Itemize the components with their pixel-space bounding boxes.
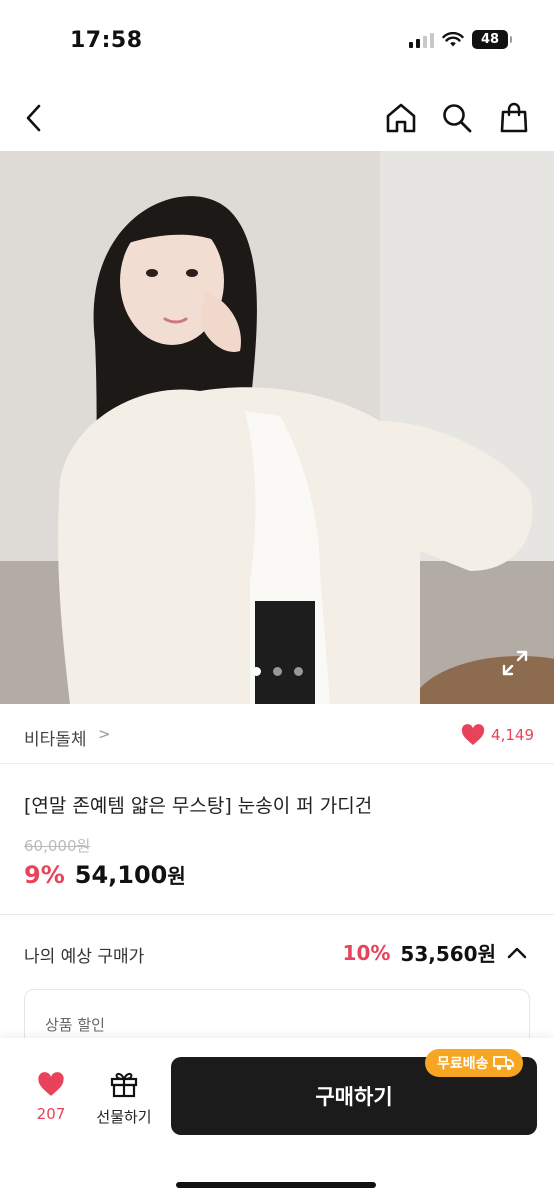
chevron-up-icon[interactable] xyxy=(506,946,528,960)
free-shipping-badge: 무료배송 xyxy=(425,1049,523,1077)
divider xyxy=(0,763,554,764)
status-bar: 17:58 48 xyxy=(0,0,554,80)
gift-button[interactable]: 선물하기 xyxy=(88,1070,160,1130)
brand-name-link[interactable]: 비타돌체 xyxy=(24,725,87,750)
back-arrow-icon xyxy=(26,104,41,132)
product-discount-label: 상품 할인 xyxy=(45,1016,105,1034)
pagination-dot[interactable] xyxy=(251,667,261,676)
shopping-bag-icon xyxy=(500,102,528,133)
price-row: 9% 54,100 원 xyxy=(24,860,186,889)
product-image-gallery[interactable] xyxy=(0,151,554,704)
fullscreen-expand-icon[interactable] xyxy=(500,648,530,678)
gift-icon xyxy=(110,1072,138,1098)
bottom-action-bar: 207 선물하기 구매하기 무료배송 xyxy=(0,1038,554,1200)
brand-like-button[interactable]: 4,149 xyxy=(461,724,534,746)
expected-price: 53,560원 xyxy=(400,942,496,966)
cart-button[interactable] xyxy=(494,98,534,138)
home-icon xyxy=(386,103,416,133)
divider xyxy=(0,914,554,915)
gift-label: 선물하기 xyxy=(96,1108,152,1126)
wifi-icon xyxy=(442,31,464,46)
expected-price-toggle[interactable]: 나의 예상 구매가 10% 53,560원 xyxy=(0,928,554,978)
back-button[interactable] xyxy=(14,98,54,138)
brand-chevron-icon: > xyxy=(98,725,111,743)
expected-price-summary: 10% 53,560원 xyxy=(343,938,528,967)
top-nav xyxy=(0,88,554,148)
price-unit: 원 xyxy=(167,864,186,888)
gallery-pagination xyxy=(0,667,554,676)
heart-icon xyxy=(38,1072,64,1096)
pagination-dot[interactable] xyxy=(272,667,282,676)
heart-icon xyxy=(461,724,485,745)
product-photo xyxy=(0,151,554,704)
original-price: 60,000원 xyxy=(24,837,91,855)
status-icons: 48 xyxy=(409,30,512,49)
battery-icon: 48 xyxy=(472,30,512,49)
free-shipping-label: 무료배송 xyxy=(437,1056,489,1072)
pagination-dot[interactable] xyxy=(293,667,303,676)
discount-rate: 9% xyxy=(24,861,65,889)
expected-price-label: 나의 예상 구매가 xyxy=(24,947,145,967)
like-count: 4,149 xyxy=(491,726,534,744)
wishlist-count: 207 xyxy=(36,1105,66,1123)
home-button[interactable] xyxy=(381,98,421,138)
search-button[interactable] xyxy=(437,98,477,138)
product-title: [연말 존예템 얇은 무스탕] 눈송이 퍼 가디건 xyxy=(24,795,373,817)
expected-discount-rate: 10% xyxy=(342,940,391,965)
wishlist-button[interactable]: 207 xyxy=(26,1072,76,1132)
brand-row: 비타돌체 > 4,149 xyxy=(0,712,554,760)
sale-price: 54,100 xyxy=(74,861,168,889)
home-indicator xyxy=(176,1182,376,1188)
status-time: 17:58 xyxy=(70,28,143,53)
delivery-truck-icon xyxy=(492,1056,514,1070)
cellular-signal-icon xyxy=(409,32,434,48)
search-icon xyxy=(443,104,472,133)
